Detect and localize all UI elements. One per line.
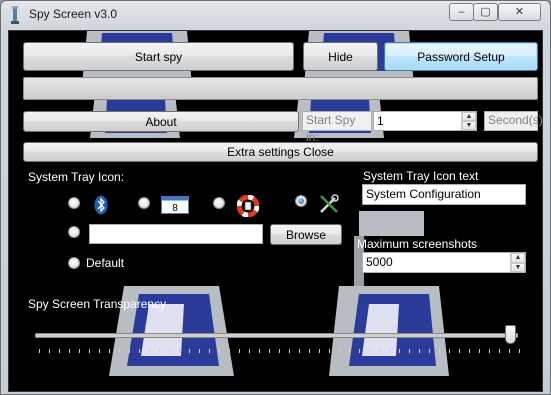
title-bar[interactable]: Spy Screen v3.0 – ▢ ✕ <box>1 1 550 29</box>
calendar-icon: 8 <box>161 196 189 214</box>
maximum-screenshots-label: Maximum screenshots <box>357 237 478 251</box>
slider-tick <box>89 349 90 353</box>
slider-tick <box>179 349 180 353</box>
svg-text:8: 8 <box>172 203 178 214</box>
bluetooth-icon <box>94 195 108 215</box>
tools-icon <box>320 194 339 213</box>
slider-tick <box>389 349 390 353</box>
slider-tick <box>199 349 200 353</box>
monitor-background-icon <box>354 211 424 291</box>
slider-tick <box>369 349 370 353</box>
start-spy-button[interactable]: Start spy <box>23 42 294 71</box>
window-title: Spy Screen v3.0 <box>29 7 118 21</box>
custom-icon-path-input[interactable] <box>89 224 263 244</box>
slider-tick <box>379 349 380 353</box>
slider-tick <box>399 349 400 353</box>
tray-icon-radio-calendar[interactable] <box>138 197 150 209</box>
slider-tick <box>309 349 310 353</box>
slider-tick <box>249 349 250 353</box>
slider-tick <box>129 349 130 353</box>
spin-down-icon[interactable]: ▼ <box>511 262 525 272</box>
minimize-button[interactable]: – <box>449 3 474 21</box>
slider-tick <box>299 349 300 353</box>
slider-tick <box>429 349 430 353</box>
spin-up-icon[interactable]: ▲ <box>511 253 525 263</box>
start-spy-in-label: Start Spy in: <box>302 111 372 144</box>
system-tray-icon-text-label: System Tray Icon text <box>363 169 479 183</box>
slider-tick <box>359 349 360 353</box>
progress-bar <box>23 77 538 100</box>
lifebuoy-icon <box>237 195 259 217</box>
slider-tick <box>519 349 520 353</box>
slider-tick <box>419 349 420 353</box>
maximum-screenshots-stepper[interactable]: ▲ ▼ <box>510 253 525 272</box>
extra-settings-close-button[interactable]: Extra settings Close <box>23 142 538 162</box>
slider-tick <box>489 349 490 353</box>
slider-tick <box>219 349 220 353</box>
spy-app-icon <box>11 6 19 24</box>
seconds-label: Second(s) <box>484 111 542 131</box>
slider-tick <box>139 349 140 353</box>
slider-tick <box>289 349 290 353</box>
tray-icon-radio-lifebuoy[interactable] <box>213 197 225 209</box>
slider-tick <box>39 349 40 353</box>
slider-tick <box>149 349 150 353</box>
start-spy-in-stepper[interactable]: ▲ ▼ <box>461 112 476 130</box>
slider-tick <box>189 349 190 353</box>
main-panel: Start spy Hide Password Setup About Star… <box>8 30 543 392</box>
about-button[interactable]: About <box>23 111 299 132</box>
slider-tick <box>159 349 160 353</box>
slider-tick <box>319 349 320 353</box>
slider-tick <box>469 349 470 353</box>
slider-tick <box>479 349 480 353</box>
slider-tick <box>409 349 410 353</box>
transparency-label: Spy Screen Transparency <box>28 297 167 311</box>
slider-tick <box>459 349 460 353</box>
slider-tick <box>239 349 240 353</box>
maximum-screenshots-input[interactable]: 5000 <box>362 252 526 273</box>
hide-button[interactable]: Hide <box>303 42 378 71</box>
system-tray-icon-text-input[interactable]: System Configuration <box>362 184 526 205</box>
slider-tick <box>49 349 50 353</box>
password-setup-button[interactable]: Password Setup <box>384 42 538 71</box>
spin-down-icon[interactable]: ▼ <box>462 121 476 130</box>
slider-tick <box>59 349 60 353</box>
system-tray-icon-label: System Tray Icon: <box>28 170 125 184</box>
slider-tick <box>119 349 120 353</box>
slider-tick <box>229 349 230 353</box>
slider-tick <box>109 349 110 353</box>
transparency-slider-thumb[interactable] <box>505 325 516 344</box>
slider-tick <box>329 349 330 353</box>
maximize-button[interactable]: ▢ <box>473 3 498 21</box>
slider-tick <box>169 349 170 353</box>
spin-up-icon[interactable]: ▲ <box>462 112 476 121</box>
transparency-slider-track[interactable] <box>35 333 518 338</box>
slider-tick <box>339 349 340 353</box>
tray-icon-radio-default[interactable] <box>68 257 80 269</box>
slider-tick <box>279 349 280 353</box>
slider-tick <box>99 349 100 353</box>
app-window: Spy Screen v3.0 – ▢ ✕ Start spy Hide Pas… <box>0 0 551 395</box>
tray-icon-radio-bluetooth[interactable] <box>68 197 80 209</box>
slider-tick <box>259 349 260 353</box>
monitor-background-icon <box>329 286 449 376</box>
slider-tick <box>499 349 500 353</box>
slider-tick <box>69 349 70 353</box>
tray-icon-radio-custom[interactable] <box>68 226 80 238</box>
close-button[interactable]: ✕ <box>498 3 541 21</box>
slider-tick <box>269 349 270 353</box>
slider-tick <box>509 349 510 353</box>
slider-tick <box>349 349 350 353</box>
default-label: Default <box>86 256 125 270</box>
tray-icon-radio-tools[interactable] <box>295 195 307 207</box>
slider-tick <box>439 349 440 353</box>
slider-tick <box>449 349 450 353</box>
slider-tick <box>79 349 80 353</box>
browse-button[interactable]: Browse <box>270 224 342 245</box>
slider-tick <box>209 349 210 353</box>
